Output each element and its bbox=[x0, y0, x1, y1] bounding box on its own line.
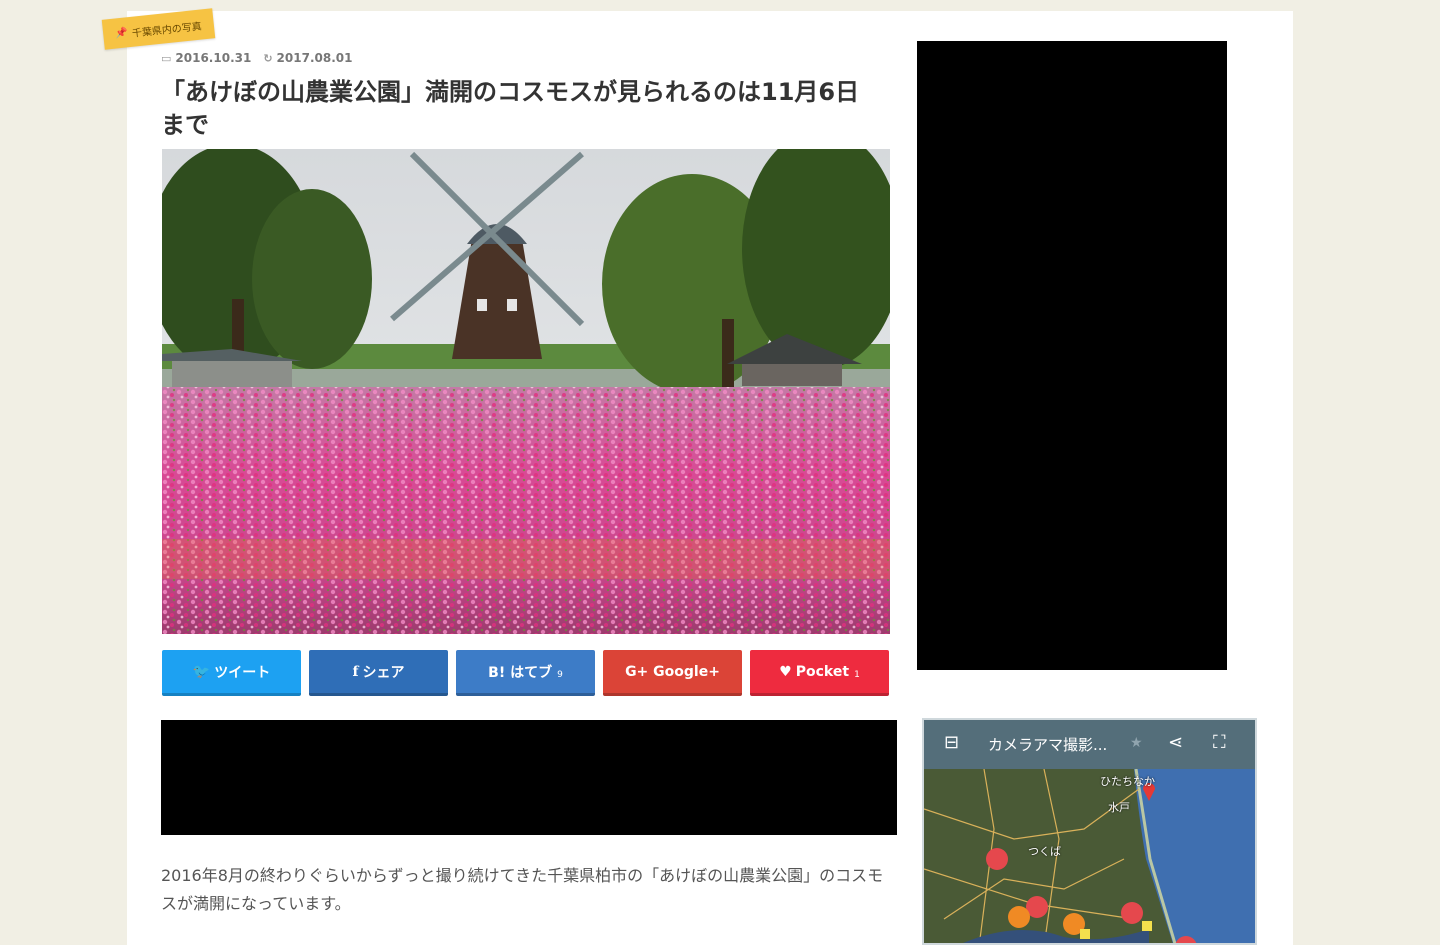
sidebar-toggle-icon[interactable]: ⊟ bbox=[944, 732, 959, 753]
article-title: 「あけぼの山農業公園」満開のコスモスが見られるのは11月6日まで bbox=[161, 78, 860, 139]
google-share-label: G+ Google+ bbox=[625, 663, 720, 680]
hatena-share-label: B! はてブ bbox=[488, 664, 553, 681]
map-label-hitachinaka: ひたちなか bbox=[1100, 775, 1155, 788]
windmill-cosmos-field-photo bbox=[162, 149, 890, 634]
map-header: ⊟ カメラアマ撮影... ★ ⋖ ⛶ bbox=[924, 720, 1255, 769]
article-intro: 2016年8月の終わりぐらいからずっと撮り続けてきた千葉県柏市の「あけぼの山農業… bbox=[161, 866, 884, 913]
updated-date: ↻ 2017.08.01 bbox=[263, 51, 352, 65]
map-title[interactable]: カメラアマ撮影... bbox=[988, 734, 1107, 755]
inline-ad-block[interactable] bbox=[161, 720, 897, 835]
pin-icon: 📌 bbox=[114, 26, 129, 39]
refresh-icon: ↻ bbox=[263, 51, 273, 65]
pocket-icon: ♥ bbox=[779, 663, 792, 680]
post-meta: ▭ 2016.10.31 ↻ 2017.08.01 bbox=[161, 51, 352, 65]
facebook-share-button[interactable]: f シェア bbox=[309, 650, 448, 696]
twitter-share-button[interactable]: 🐦 ツイート bbox=[162, 650, 301, 696]
pocket-share-button[interactable]: ♥ Pocket 1 bbox=[750, 650, 889, 696]
twitter-share-label: ツイート bbox=[214, 664, 271, 681]
star-icon[interactable]: ★ bbox=[1130, 735, 1143, 751]
hatena-count: 9 bbox=[557, 669, 563, 680]
satellite-map bbox=[924, 768, 1255, 943]
map-label-tsukuba: つくば bbox=[1028, 845, 1061, 858]
facebook-share-label: シェア bbox=[362, 664, 405, 681]
hatena-bookmark-button[interactable]: B! はてブ 9 bbox=[456, 650, 595, 696]
hero-image[interactable] bbox=[162, 149, 890, 634]
twitter-icon: 🐦 bbox=[192, 663, 211, 680]
share-icon[interactable]: ⋖ bbox=[1168, 732, 1183, 753]
map-canvas[interactable]: ひたちなか 水戸 つくば bbox=[924, 768, 1255, 943]
map-widget[interactable]: ⊟ カメラアマ撮影... ★ ⋖ ⛶ ひたちなか 水戸 つくば bbox=[922, 718, 1257, 945]
map-label-mito: 水戸 bbox=[1108, 801, 1130, 814]
facebook-icon: f bbox=[352, 663, 359, 680]
pocket-count: 1 bbox=[854, 669, 860, 680]
google-plus-share-button[interactable]: G+ Google+ bbox=[603, 650, 742, 696]
updated-date-value: 2017.08.01 bbox=[276, 51, 353, 65]
fullscreen-icon[interactable]: ⛶ bbox=[1213, 732, 1226, 753]
sidebar-ad-block[interactable] bbox=[917, 41, 1227, 670]
category-tag-label: 千葉県内の写真 bbox=[131, 21, 203, 40]
published-date-value: 2016.10.31 bbox=[175, 51, 252, 65]
pocket-share-label: Pocket bbox=[795, 663, 850, 680]
calendar-icon: ▭ bbox=[161, 51, 172, 65]
published-date: ▭ 2016.10.31 bbox=[161, 51, 251, 65]
